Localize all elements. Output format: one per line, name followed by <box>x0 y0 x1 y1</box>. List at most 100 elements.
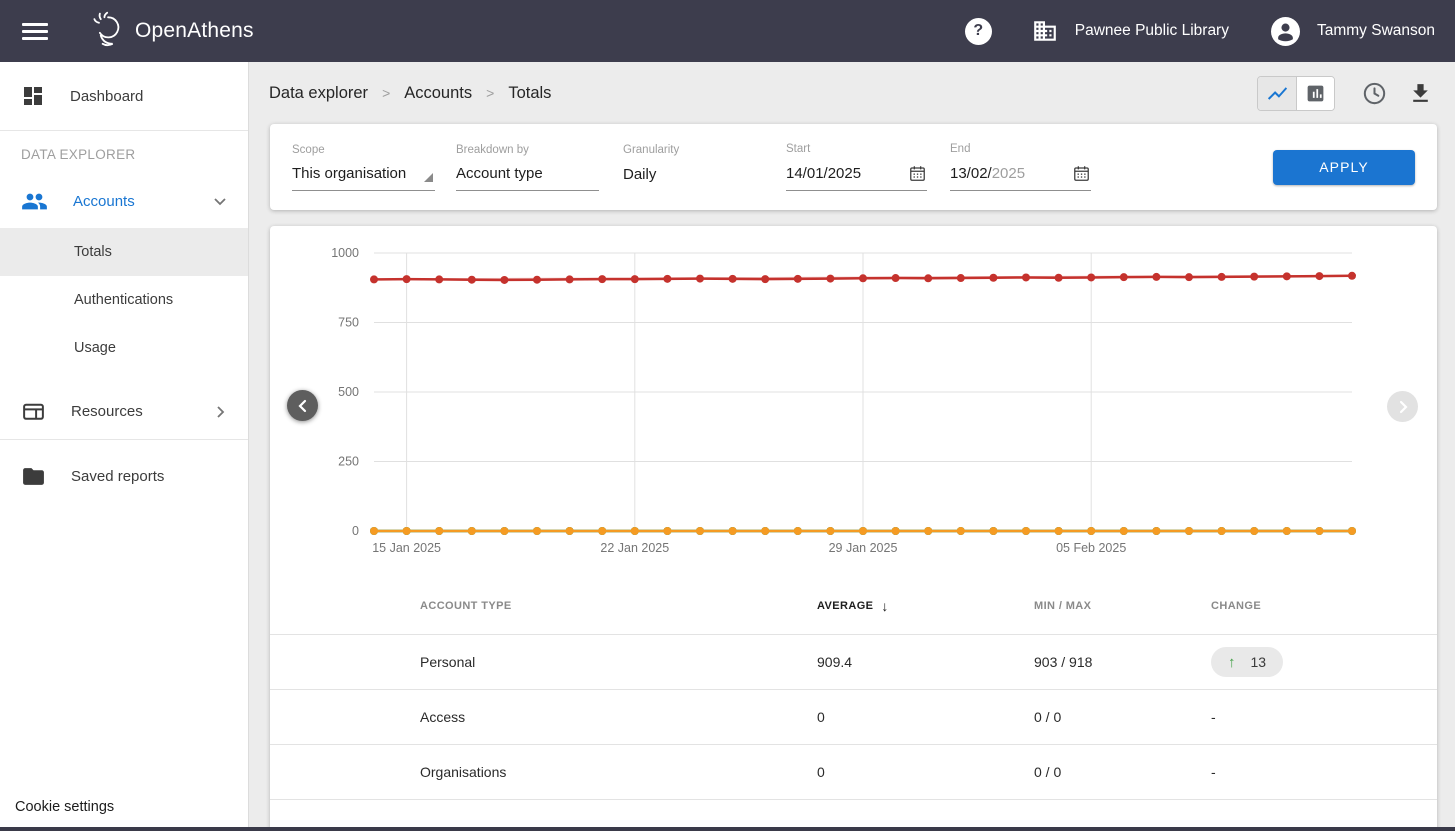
svg-text:15 Jan 2025: 15 Jan 2025 <box>372 541 441 555</box>
chart-scroll-right-button[interactable] <box>1387 391 1418 422</box>
table-row-organisations[interactable]: Organisations 0 0 / 0 - <box>270 744 1437 799</box>
history-clock-button[interactable] <box>1361 80 1388 107</box>
breadcrumb-separator: > <box>382 85 390 101</box>
sidebar-item-totals[interactable]: Totals <box>0 228 248 276</box>
view-actions <box>1257 76 1435 111</box>
user-name: Tammy Swanson <box>1317 22 1435 40</box>
start-date-value: 14/01/2025 <box>786 165 861 182</box>
cell-average: 0 <box>817 764 1034 780</box>
sidebar-section-label: DATA EXPLORER <box>0 131 248 162</box>
openathens-emblem-icon <box>88 10 130 52</box>
breadcrumb-accounts[interactable]: Accounts <box>404 84 472 103</box>
breadcrumb-bar: Data explorer > Accounts > Totals <box>249 62 1455 124</box>
breadcrumb: Data explorer > Accounts > Totals <box>269 84 551 103</box>
line-chart-icon <box>1266 82 1289 105</box>
chart-scroll-left-button[interactable] <box>287 390 318 421</box>
table-header-row: ACCOUNT TYPE AVERAGE ↓ MIN / MAX CHANGE <box>270 578 1437 634</box>
svg-text:0: 0 <box>352 524 359 538</box>
sidebar-item-label: Usage <box>74 340 116 356</box>
organisation-switcher[interactable]: Pawnee Public Library <box>1032 18 1229 44</box>
scope-label: Scope <box>292 144 435 156</box>
bar-chart-toggle-button[interactable] <box>1296 77 1334 110</box>
openathens-logo: OpenAthens <box>88 10 254 52</box>
folder-icon <box>21 464 46 489</box>
sidebar-item-label: Dashboard <box>70 88 143 105</box>
start-date-label: Start <box>786 143 927 155</box>
svg-text:250: 250 <box>338 455 359 469</box>
line-chart-toggle-button[interactable] <box>1258 77 1296 110</box>
sidebar-item-label: Authentications <box>74 292 173 308</box>
cell-account-type: Organisations <box>420 764 817 780</box>
account-type-table: ACCOUNT TYPE AVERAGE ↓ MIN / MAX CHANGE … <box>270 578 1437 831</box>
building-icon <box>1032 18 1058 44</box>
change-value: 13 <box>1251 654 1267 670</box>
breakdown-label: Breakdown by <box>456 144 599 156</box>
chart-type-toggle <box>1257 76 1335 111</box>
header-account-type[interactable]: ACCOUNT TYPE <box>420 600 817 612</box>
breadcrumb-separator: > <box>486 85 494 101</box>
header-average[interactable]: AVERAGE ↓ <box>817 598 1034 614</box>
help-icon[interactable]: ? <box>965 18 992 45</box>
user-menu[interactable]: Tammy Swanson <box>1271 17 1435 46</box>
chevron-right-icon <box>1395 399 1411 415</box>
user-avatar-icon <box>1271 17 1300 46</box>
scope-value: This organisation <box>292 165 406 182</box>
table-row-personal[interactable]: Personal 909.4 903 / 918 ↑ 13 <box>270 634 1437 689</box>
content-cards: Scope This organisation Breakdown by Acc… <box>249 124 1455 831</box>
apply-button[interactable]: APPLY <box>1273 150 1415 185</box>
svg-text:500: 500 <box>338 385 359 399</box>
breakdown-value: Account type <box>456 165 543 182</box>
cell-account-type: Access <box>420 709 817 725</box>
cell-change: - <box>1211 709 1437 725</box>
header-change[interactable]: CHANGE <box>1211 600 1437 612</box>
end-date-label: End <box>950 143 1091 155</box>
cell-min-max: 0 / 0 <box>1034 764 1211 780</box>
download-icon <box>1408 81 1433 106</box>
sidebar-item-label: Accounts <box>73 193 135 210</box>
sidebar-item-authentications[interactable]: Authentications <box>0 276 248 324</box>
granularity-field: Granularity Daily <box>623 144 743 191</box>
scope-select[interactable]: Scope This organisation <box>292 144 435 191</box>
breadcrumb-data-explorer[interactable]: Data explorer <box>269 84 368 103</box>
topbar-right: ? Pawnee Public Library Tammy Swanson <box>965 17 1437 46</box>
dropdown-corner-icon <box>424 173 433 182</box>
sidebar-item-accounts[interactable]: Accounts <box>0 174 248 228</box>
main-content: Data explorer > Accounts > Totals <box>249 62 1455 831</box>
chevron-down-icon <box>210 191 230 211</box>
sidebar-item-usage[interactable]: Usage <box>0 324 248 372</box>
sidebar: Dashboard DATA EXPLORER Accounts Totals … <box>0 62 249 831</box>
calendar-icon[interactable] <box>1072 164 1091 183</box>
sidebar-item-saved-reports[interactable]: Saved reports <box>0 448 248 504</box>
sidebar-item-label: Totals <box>74 244 112 260</box>
end-date-input[interactable]: End 13/02/2025 <box>950 143 1091 191</box>
dashboard-icon <box>21 84 45 108</box>
cell-change: - <box>1211 764 1437 780</box>
chevron-right-icon <box>210 402 230 422</box>
people-icon <box>21 188 48 215</box>
end-date-value: 13/02/2025 <box>950 165 1025 182</box>
organisation-name: Pawnee Public Library <box>1075 22 1229 40</box>
bar-chart-icon <box>1305 83 1326 104</box>
start-date-input[interactable]: Start 14/01/2025 <box>786 143 927 191</box>
breadcrumb-totals[interactable]: Totals <box>508 84 551 103</box>
resources-icon <box>21 399 46 424</box>
cell-min-max: 0 / 0 <box>1034 709 1211 725</box>
sidebar-item-label: Saved reports <box>71 468 164 485</box>
granularity-value: Daily <box>623 166 656 183</box>
calendar-icon[interactable] <box>908 164 927 183</box>
sidebar-item-dashboard[interactable]: Dashboard <box>0 62 248 131</box>
breakdown-select[interactable]: Breakdown by Account type <box>456 144 599 191</box>
hamburger-menu-icon[interactable] <box>22 11 62 51</box>
download-button[interactable] <box>1408 81 1433 106</box>
table-row-access[interactable]: Access 0 0 / 0 - <box>270 689 1437 744</box>
svg-text:1000: 1000 <box>331 246 359 260</box>
header-min-max[interactable]: MIN / MAX <box>1034 600 1211 612</box>
sidebar-item-label: Resources <box>71 403 143 420</box>
sidebar-item-resources[interactable]: Resources <box>0 384 248 440</box>
topbar: OpenAthens ? Pawnee Public Library Tammy… <box>0 0 1455 62</box>
svg-text:750: 750 <box>338 316 359 330</box>
bottom-edge-bar <box>0 827 1455 831</box>
chart-card: 0250500750100015 Jan 202522 Jan 202529 J… <box>270 226 1437 831</box>
sort-descending-icon: ↓ <box>881 598 888 614</box>
cell-min-max: 903 / 918 <box>1034 654 1211 670</box>
